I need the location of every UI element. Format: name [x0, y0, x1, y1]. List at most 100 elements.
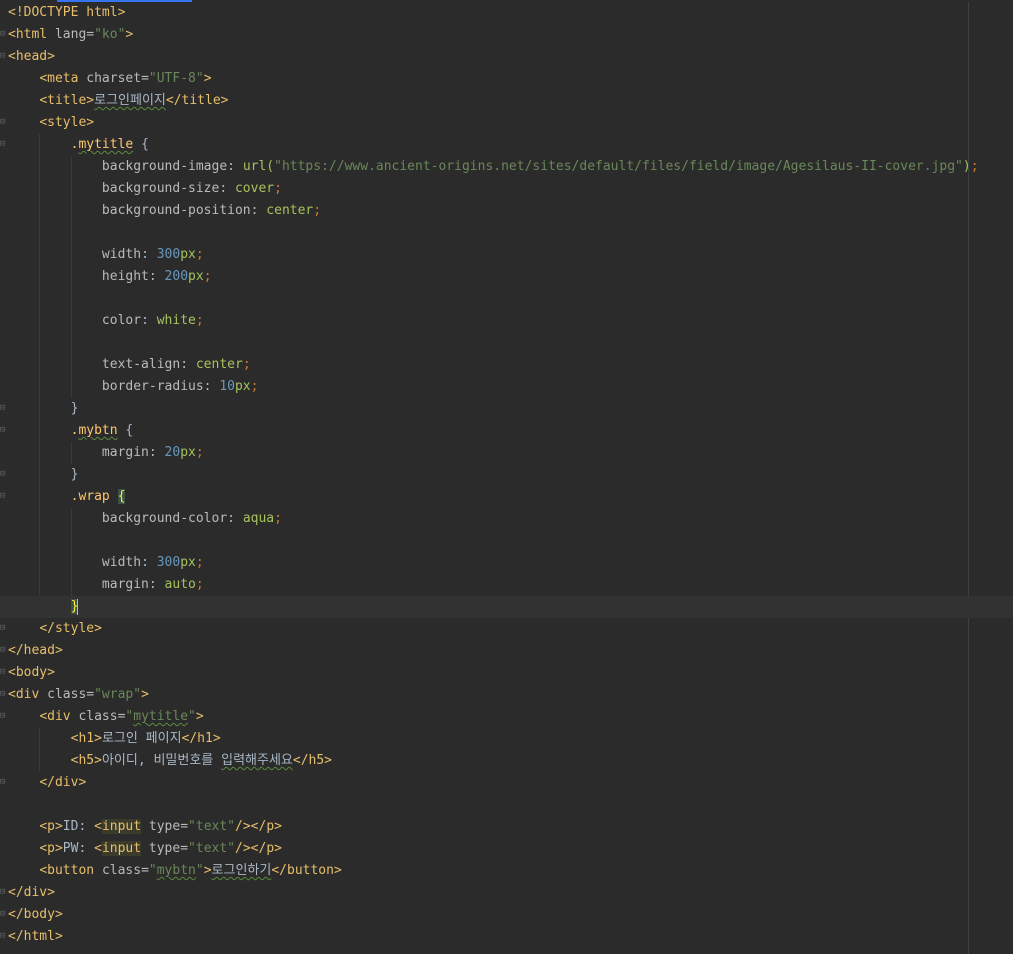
code-line[interactable]: ⊟ </div> — [0, 772, 1013, 794]
code-text: <p>ID: <input type="text"/></p> — [8, 816, 282, 838]
code-token: > — [125, 27, 134, 42]
code-line[interactable]: background-image: url("https://www.ancie… — [0, 156, 1013, 178]
code-line[interactable] — [0, 530, 1013, 552]
fold-marker-icon[interactable]: ⊟ — [0, 910, 6, 919]
code-line[interactable]: background-position: center; — [0, 200, 1013, 222]
code-line[interactable]: ⊟ </div> — [0, 882, 1013, 904]
code-line[interactable]: color: white; — [0, 310, 1013, 332]
code-line[interactable]: <title>로그인페이지</title> — [0, 90, 1013, 112]
code-token: width — [101, 555, 142, 570]
code-token: < — [94, 841, 102, 856]
code-line[interactable]: margin: 20px; — [0, 442, 1013, 464]
code-token: } — [70, 467, 79, 482]
code-line[interactable]: ⊟ } — [0, 398, 1013, 420]
code-line[interactable]: ⊟ <div class="wrap"> — [0, 684, 1013, 706]
code-line[interactable]: <meta charset="UTF-8"> — [0, 68, 1013, 90]
code-token: " — [148, 863, 157, 878]
code-line[interactable]: width: 300px; — [0, 244, 1013, 266]
code-token: /></p> — [235, 841, 282, 856]
code-line[interactable]: ⊟ .wrap { — [0, 486, 1013, 508]
code-token: center — [195, 357, 243, 372]
code-line[interactable] — [0, 332, 1013, 354]
code-line[interactable]: ⊟ </html> — [0, 926, 1013, 948]
fold-marker-icon[interactable]: ⊟ — [0, 426, 6, 435]
fold-marker-icon[interactable]: ⊟ — [0, 470, 6, 479]
code-line[interactable]: <p>PW: <input type="text"/></p> — [0, 838, 1013, 860]
code-token: mytitle — [133, 709, 189, 724]
code-line[interactable]: ⊟ } — [0, 464, 1013, 486]
code-line[interactable]: ⊟ <style> — [0, 112, 1013, 134]
code-token: ; — [195, 247, 204, 262]
code-line[interactable]: ⊟ <html lang="ko"> — [0, 24, 1013, 46]
code-token: mybtn — [78, 423, 118, 438]
code-token: 로그인페이지 — [94, 93, 166, 108]
code-token: <button — [39, 863, 102, 878]
code-line[interactable]: <p>ID: <input type="text"/></p> — [0, 816, 1013, 838]
fold-marker-icon[interactable]: ⊟ — [0, 668, 6, 677]
fold-marker-icon[interactable]: ⊟ — [0, 140, 6, 149]
code-token: ; — [250, 379, 259, 394]
code-token: </title> — [165, 93, 229, 108]
code-token: margin — [101, 445, 149, 460]
code-line[interactable]: ⊟ </body> — [0, 904, 1013, 926]
code-line[interactable]: background-color: aqua; — [0, 508, 1013, 530]
code-line[interactable]: ⊟ <body> — [0, 662, 1013, 684]
code-token: </div> — [8, 885, 55, 900]
code-text: margin: auto; — [8, 574, 204, 596]
code-line[interactable]: ⊟ </style> — [0, 618, 1013, 640]
code-line[interactable]: background-size: cover; — [0, 178, 1013, 200]
code-token: <h5> — [70, 753, 102, 768]
code-text: } — [8, 464, 79, 486]
code-token: : — [219, 181, 235, 196]
code-line[interactable]: ⊟ <head> — [0, 46, 1013, 68]
fold-marker-icon[interactable]: ⊟ — [0, 932, 6, 941]
code-line[interactable]: <h5>아이디, 비밀번호를 입력해주세요</h5> — [0, 750, 1013, 772]
code-token: ; — [274, 181, 282, 196]
code-line[interactable]: height: 200px; — [0, 266, 1013, 288]
code-text: <head> — [8, 46, 55, 68]
code-line[interactable]: <h1>로그인 페이지</h1> — [0, 728, 1013, 750]
code-token: > — [203, 71, 212, 86]
fold-marker-icon[interactable]: ⊟ — [0, 690, 6, 699]
code-editor[interactable]: <!DOCTYPE html> ⊟ <html lang="ko"> ⊟ <head> … — [0, 2, 1013, 954]
code-line[interactable]: ⊟ <div class="mytitle"> — [0, 706, 1013, 728]
fold-marker-icon[interactable]: ⊟ — [0, 118, 6, 127]
code-line[interactable]: text-align: center; — [0, 354, 1013, 376]
code-token: : — [148, 445, 165, 460]
code-line[interactable]: <!DOCTYPE html> — [0, 2, 1013, 24]
fold-marker-icon[interactable]: ⊟ — [0, 888, 6, 897]
code-line[interactable]: border-radius: 10px; — [0, 376, 1013, 398]
code-line[interactable]: <button class="mybtn">로그인하기</button> — [0, 860, 1013, 882]
code-line[interactable]: margin: auto; — [0, 574, 1013, 596]
fold-marker-icon[interactable]: ⊟ — [0, 404, 6, 413]
code-text: .wrap { — [8, 486, 126, 508]
code-line[interactable] — [0, 794, 1013, 816]
fold-marker-icon[interactable]: ⊟ — [0, 778, 6, 787]
code-line[interactable]: ⊟ </head> — [0, 640, 1013, 662]
code-token: px — [188, 269, 204, 284]
fold-marker-icon[interactable]: ⊟ — [0, 492, 6, 501]
code-text: <div class="mytitle"> — [8, 706, 203, 728]
fold-marker-icon[interactable]: ⊟ — [0, 646, 6, 655]
code-token: auto — [164, 577, 196, 592]
fold-marker-icon[interactable]: ⊟ — [0, 30, 6, 39]
code-token: cover — [234, 181, 275, 196]
code-line[interactable]: ⊟ .mybtn { — [0, 420, 1013, 442]
fold-marker-icon[interactable]: ⊟ — [0, 624, 6, 633]
code-token: 아이디, 비밀번호를 — [101, 753, 222, 768]
code-line[interactable]: ⊟ .mytitle { — [0, 134, 1013, 156]
code-token: "text" — [188, 819, 236, 834]
code-text: width: 300px; — [8, 244, 204, 266]
code-line[interactable]: width: 300px; — [0, 552, 1013, 574]
fold-marker-icon[interactable]: ⊟ — [0, 52, 6, 61]
code-token: <!DOCTYPE html> — [8, 5, 126, 20]
code-line[interactable]: } — [0, 596, 1013, 618]
code-token: > — [203, 863, 212, 878]
fold-marker-icon[interactable]: ⊟ — [0, 712, 6, 721]
code-token: border-radius — [101, 379, 204, 394]
code-line[interactable] — [0, 288, 1013, 310]
code-line[interactable] — [0, 222, 1013, 244]
